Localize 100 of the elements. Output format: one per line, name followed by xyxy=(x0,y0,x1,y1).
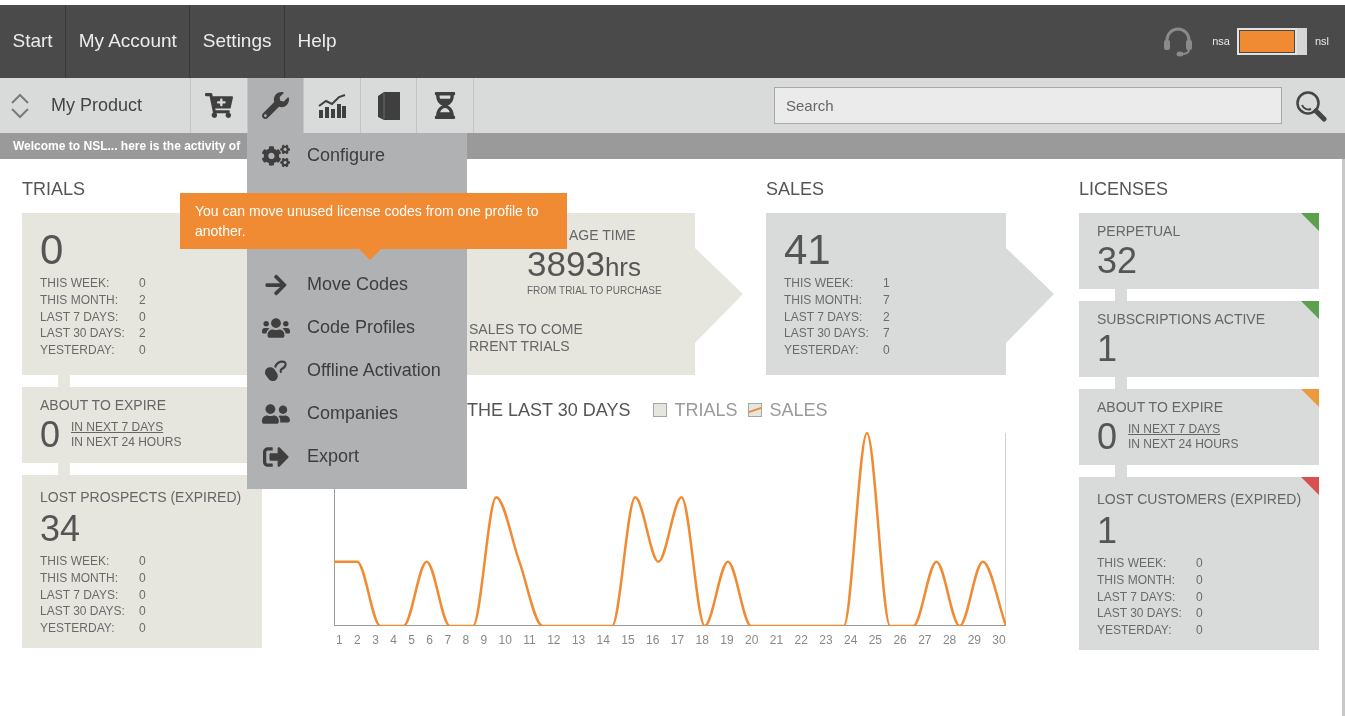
arrow-right-icon xyxy=(263,272,289,297)
menu-item[interactable]: Configure xyxy=(247,134,467,177)
section-heading: SALES xyxy=(766,178,825,200)
menu-item[interactable]: Code Profiles xyxy=(247,306,467,349)
legend-checkbox[interactable] xyxy=(748,403,763,417)
menu-item[interactable]: Offline Activation xyxy=(247,349,467,392)
day-label: 24 xyxy=(843,633,858,648)
legend-label: SALES xyxy=(769,399,828,421)
stat-label: LAST 7 DAYS: xyxy=(784,308,864,326)
stat-label: THIS MONTH: xyxy=(1097,571,1176,589)
stat-label: YESTERDAY: xyxy=(1097,622,1173,639)
search-field[interactable]: Search xyxy=(774,87,1282,124)
menu-item[interactable]: Move Codes xyxy=(247,263,467,306)
card-number: 1 xyxy=(1097,331,1118,367)
stat-label: YESTERDAY: xyxy=(40,620,116,637)
stat-value: 1 xyxy=(883,275,890,292)
period-link[interactable]: IN NEXT 24 HOURS xyxy=(71,435,182,450)
day-label: 8 xyxy=(462,633,470,648)
bar-chart-icon xyxy=(318,93,346,118)
stat-value: 2 xyxy=(883,308,890,326)
day-label: 7 xyxy=(444,633,452,648)
hourglass-icon xyxy=(434,92,457,119)
wrench-icon xyxy=(261,92,289,119)
stat-value: 0 xyxy=(883,342,890,359)
day-label: 26 xyxy=(893,633,907,648)
card-number: 0 xyxy=(1097,419,1118,455)
stat-label: YESTERDAY: xyxy=(40,342,116,359)
stat-label: LAST 7 DAYS: xyxy=(1097,588,1177,606)
card-number: 34 xyxy=(40,511,81,547)
stat-value: 0 xyxy=(139,553,146,570)
legend-checkbox[interactable] xyxy=(653,403,668,417)
stat-label: LAST 30 DAYS: xyxy=(1097,605,1183,623)
stat-label: THIS MONTH: xyxy=(40,569,119,587)
day-label: 30 xyxy=(992,633,1006,648)
menu-item[interactable]: Export xyxy=(247,435,467,478)
day-label: 29 xyxy=(967,633,981,648)
day-label: 18 xyxy=(695,633,709,648)
stat-label: LAST 7 DAYS: xyxy=(40,308,120,326)
day-label: 21 xyxy=(769,633,784,648)
card-number: 32 xyxy=(1097,243,1138,279)
cart-plus-icon xyxy=(204,92,233,119)
day-label: 6 xyxy=(426,633,433,648)
day-label: 19 xyxy=(720,633,734,648)
stat-value: 0 xyxy=(139,569,146,587)
stat-label: THIS MONTH: xyxy=(40,291,119,309)
stat-value: 7 xyxy=(883,325,890,343)
stat-label: LAST 7 DAYS: xyxy=(40,586,120,604)
card-caption: FROM TRIAL TO PURCHASE xyxy=(527,285,662,297)
section-heading: TRIALS xyxy=(22,178,86,200)
toggle-switch[interactable] xyxy=(1236,28,1307,55)
card-label: AGE TIME xyxy=(569,226,636,244)
card-number: 0 xyxy=(40,229,64,271)
card-title: ABOUT TO EXPIRE xyxy=(1097,398,1224,416)
day-label: 10 xyxy=(498,633,512,648)
day-label: 20 xyxy=(745,633,759,648)
card-title: ABOUT TO EXPIRE xyxy=(40,396,167,414)
card-number: 0 xyxy=(40,417,61,453)
stat-value: 7 xyxy=(883,291,890,309)
period-link[interactable]: IN NEXT 7 DAYS xyxy=(71,420,164,435)
day-label: 23 xyxy=(819,633,833,648)
day-label: 17 xyxy=(670,633,685,648)
menu-item[interactable]: Companies xyxy=(247,392,467,435)
day-label: 25 xyxy=(868,633,883,648)
stat-label: LAST 30 DAYS: xyxy=(784,325,870,343)
nav-item[interactable]: Help xyxy=(285,5,350,78)
card-title: LOST PROSPECTS (EXPIRED) xyxy=(40,488,242,506)
stat-value: 0 xyxy=(139,603,146,621)
stat-label: LAST 30 DAYS: xyxy=(40,603,126,621)
day-label: 2 xyxy=(354,633,361,648)
stat-value: 0 xyxy=(1196,588,1203,606)
card-title: SUBSCRIPTIONS ACTIVE xyxy=(1097,310,1266,328)
toggle-label: nsa xyxy=(1212,34,1230,50)
stat-label: THIS WEEK: xyxy=(40,553,111,570)
chevron-up-down-icon xyxy=(10,92,30,119)
stat-label: THIS MONTH: xyxy=(784,291,863,309)
stat-value: 0 xyxy=(139,308,146,326)
stat-value: 0 xyxy=(1196,605,1203,623)
unit-label: hrs xyxy=(604,254,641,280)
day-label: 3 xyxy=(372,633,379,648)
chart-title: THE LAST 30 DAYS xyxy=(467,399,631,421)
welcome-message: Welcome to NSL... here is the activity of xyxy=(13,138,241,155)
stat-label: YESTERDAY: xyxy=(784,342,860,359)
legend-label: TRIALS xyxy=(674,399,738,421)
stat-value: 2 xyxy=(139,291,146,309)
stat-label: THIS WEEK: xyxy=(784,275,855,292)
day-label: 16 xyxy=(646,633,660,648)
stat-value: 0 xyxy=(139,275,146,292)
day-label: 4 xyxy=(390,633,397,648)
section-heading: LICENSES xyxy=(1079,178,1169,200)
day-label: 1 xyxy=(336,633,343,648)
card-title: LOST CUSTOMERS (EXPIRED) xyxy=(1097,490,1302,508)
stat-value: 0 xyxy=(1196,555,1203,572)
card-number: 1 xyxy=(1097,513,1118,549)
period-link[interactable]: IN NEXT 24 HOURS xyxy=(1128,437,1239,452)
period-link[interactable]: IN NEXT 7 DAYS xyxy=(1128,422,1221,437)
day-label: 14 xyxy=(596,633,610,648)
search-button[interactable] xyxy=(1295,89,1327,122)
stat-value: 0 xyxy=(1196,622,1203,639)
toolbar-button[interactable] xyxy=(247,78,305,133)
day-label: 13 xyxy=(571,633,586,648)
